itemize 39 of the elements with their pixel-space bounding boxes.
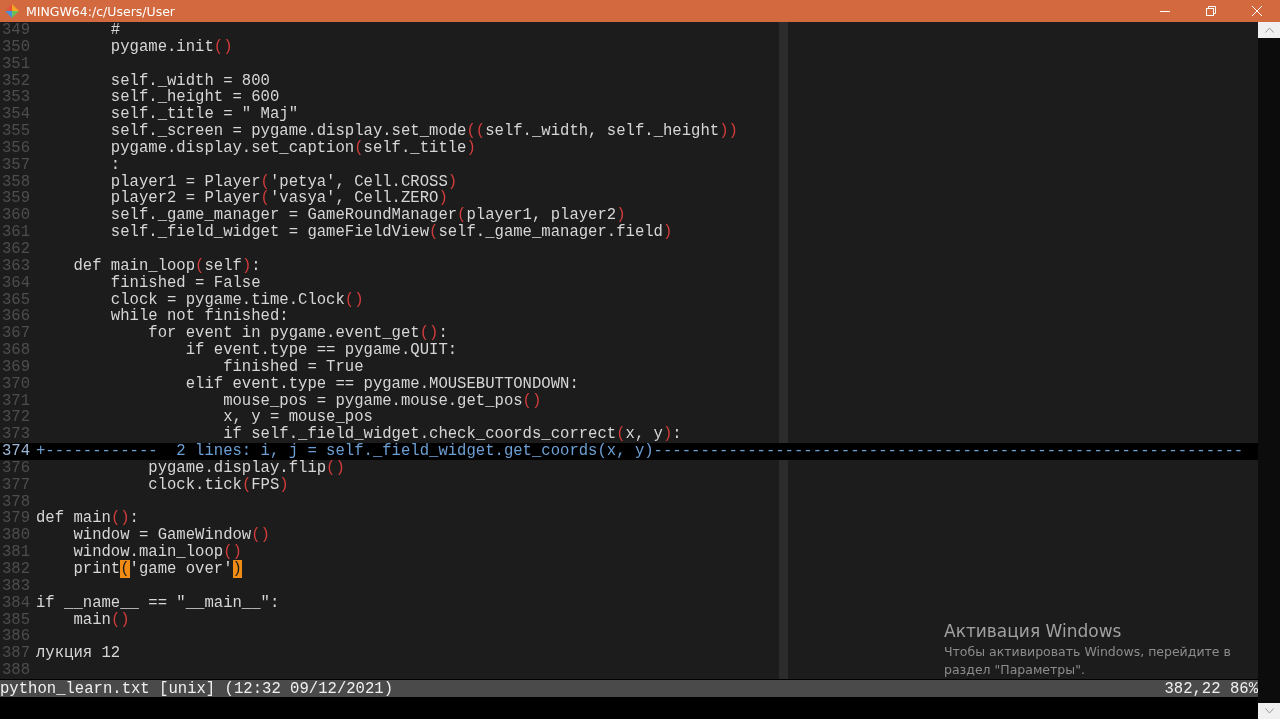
code-line: elif event.type == pygame.MOUSEBUTTONDOWN: [184, 375, 579, 393]
code-line: clock.tick(FPS) [147, 476, 289, 494]
code-line: main() [72, 611, 130, 629]
code-line: if __name__ == "__main__": [36, 594, 280, 612]
code-line: window.main_loop() [72, 544, 242, 561]
file-info: python_learn.txt [unix] (12:32 09/12/2021) [0, 679, 394, 698]
code-line: def main(): [36, 510, 139, 528]
code-line: # [109, 22, 121, 39]
line-number: 374 [1, 443, 32, 460]
code-line: self._height = 600 [109, 89, 280, 107]
code-line: self._game_manager = GameRoundManager(player1, player2) [109, 207, 626, 225]
code-line: self._field_widget = gameFieldView(self._game_manager.field) [109, 224, 673, 241]
code-line: pygame.display.set_caption(self._title) [109, 139, 476, 157]
window-title: MINGW64:/c/Users/User [26, 3, 176, 19]
code-line: pygame.init() [109, 38, 233, 56]
code-line: : [109, 156, 121, 174]
code-line: player2 = Player('vasya', Cell.ZERO) [109, 190, 448, 208]
code-line: self._width = 800 [109, 72, 270, 90]
code-line: def main_loop(self): [72, 257, 261, 275]
code-line: print('game over') [72, 561, 242, 578]
code-line: pygame.display.flip() [147, 459, 345, 477]
code-line: self._title = " Maj" [109, 106, 299, 124]
code-line: mouse_pos = pygame.mouse.get_pos() [222, 392, 542, 410]
activation-title: Активация Windows [944, 620, 1123, 643]
code-line: self._screen = pygame.display.set_mode((self._width, self._height)) [109, 123, 738, 140]
code-line: while not finished: [109, 308, 289, 326]
code-line: finished = True [222, 358, 364, 376]
folded-lines[interactable]: +------------ 2 lines: i, j = self._field_widget.get_coords(x, y)--------------------------------------------------------------- [36, 443, 1244, 460]
code-line: if event.type == pygame.QUIT: [184, 342, 458, 359]
activation-message: Чтобы активировать Windows, перейдите в раздел "Параметры". [944, 643, 1232, 679]
cursor-position: 382,22 86% [1164, 679, 1258, 698]
code-line: if self._field_widget.check_coords_correct(x, y): [223, 426, 682, 444]
code-line: clock = pygame.time.Clock() [109, 291, 364, 309]
code-line: finished = False [109, 274, 261, 292]
code-line: лукция 12 [36, 645, 121, 663]
code-line: player1 = Player('petya', Cell.CROSS) [109, 173, 458, 191]
code-line: for event in pygame.event_get(): [147, 325, 448, 343]
code-line: x, y = mouse_pos [222, 409, 373, 427]
code-line: window = GameWindow() [72, 527, 270, 545]
